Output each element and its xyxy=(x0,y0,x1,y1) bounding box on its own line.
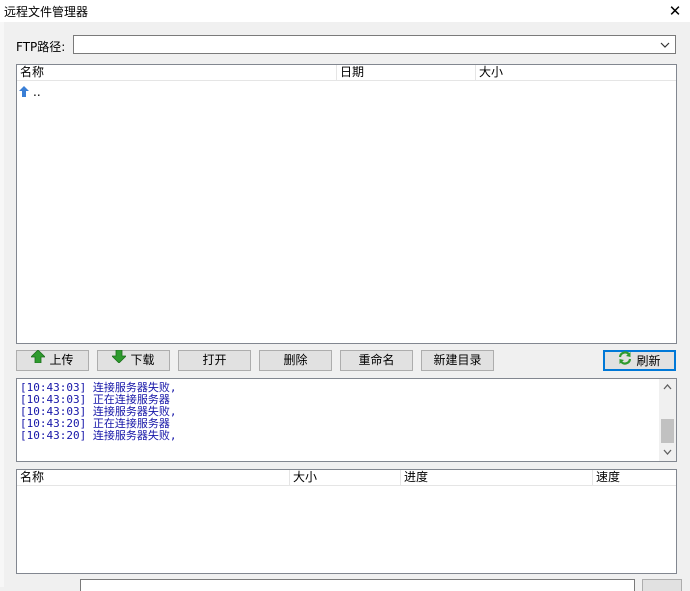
scroll-down-icon[interactable] xyxy=(659,444,676,461)
log-output[interactable]: [10:43:03] 连接服务器失败, [10:43:03] 正在连接服务器 [… xyxy=(16,378,677,462)
ftp-path-label: FTP路径: xyxy=(16,40,66,54)
remote-file-list[interactable]: 名称 日期 大小 .. xyxy=(16,64,677,344)
close-icon[interactable]: ✕ xyxy=(669,2,682,20)
title-bar: 远程文件管理器 ✕ xyxy=(0,0,690,22)
open-button[interactable]: 打开 xyxy=(178,350,251,371)
browse-button[interactable] xyxy=(642,579,682,591)
delete-button[interactable]: 删除 xyxy=(259,350,332,371)
list-item[interactable]: .. xyxy=(19,85,41,99)
local-path-field[interactable] xyxy=(80,579,635,591)
parent-folder-icon xyxy=(19,85,29,100)
scroll-up-icon[interactable] xyxy=(659,379,676,396)
log-line: [10:43:20] 连接服务器失败, xyxy=(20,429,177,442)
column-header-progress[interactable]: 进度 xyxy=(401,470,593,485)
log-scrollbar[interactable] xyxy=(659,379,676,461)
column-header-speed[interactable]: 速度 xyxy=(593,470,676,485)
column-header-size[interactable]: 大小 xyxy=(476,65,676,80)
download-button[interactable]: 下载 xyxy=(97,349,170,371)
column-header-name[interactable]: 名称 xyxy=(17,65,337,80)
transfer-list[interactable]: 名称 大小 进度 速度 xyxy=(16,469,677,574)
column-header-date[interactable]: 日期 xyxy=(337,65,476,80)
left-edge xyxy=(0,22,4,587)
window-title: 远程文件管理器 xyxy=(4,5,89,19)
column-header-size[interactable]: 大小 xyxy=(290,470,401,485)
rename-button[interactable]: 重命名 xyxy=(340,350,413,371)
new-folder-button[interactable]: 新建目录 xyxy=(421,350,494,371)
download-icon xyxy=(111,349,128,369)
ftp-path-combobox[interactable] xyxy=(73,35,676,54)
column-header-name[interactable]: 名称 xyxy=(17,470,290,485)
scroll-thumb[interactable] xyxy=(661,419,674,443)
close-button[interactable]: ✕ xyxy=(660,0,690,22)
refresh-button[interactable]: 刷新 xyxy=(603,350,676,371)
file-list-header: 名称 日期 大小 xyxy=(17,65,676,81)
refresh-icon xyxy=(618,351,632,370)
chevron-down-icon[interactable] xyxy=(657,36,673,53)
upload-button[interactable]: 上传 xyxy=(16,349,89,371)
list-item-name: .. xyxy=(33,85,41,99)
transfer-list-header: 名称 大小 进度 速度 xyxy=(17,470,676,486)
upload-icon xyxy=(30,349,47,369)
